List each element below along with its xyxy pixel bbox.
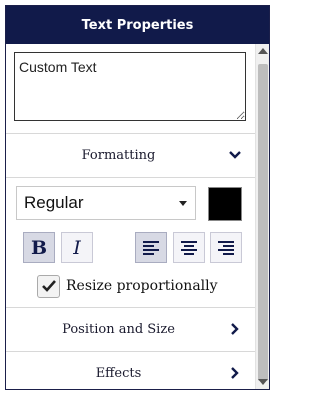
- scroll-up-arrow-icon[interactable]: [258, 48, 268, 54]
- align-right-icon: [218, 240, 234, 255]
- checkmark-icon: [41, 280, 56, 292]
- align-left-icon: [143, 240, 159, 255]
- resize-proportionally-row[interactable]: Resize proportionally: [37, 272, 218, 300]
- formatting-label: Formatting: [81, 148, 156, 163]
- formatting-section-header[interactable]: Formatting: [6, 133, 255, 177]
- panel-header: Text Properties: [6, 6, 269, 44]
- italic-button[interactable]: I: [61, 232, 93, 263]
- align-left-button[interactable]: [135, 232, 167, 263]
- text-input-wrap: [6, 44, 255, 126]
- font-style-select[interactable]: Regular: [16, 186, 196, 220]
- chevron-right-icon: [231, 367, 239, 379]
- align-right-button[interactable]: [210, 232, 242, 263]
- chevron-down-icon: [229, 151, 241, 159]
- formatting-body: Regular B I Resize proportionally: [6, 177, 255, 307]
- resize-label: Resize proportionally: [66, 278, 218, 294]
- align-center-icon: [181, 240, 197, 255]
- italic-label: I: [73, 236, 81, 259]
- resize-checkbox[interactable]: [37, 274, 60, 298]
- text-content-input[interactable]: [14, 52, 246, 121]
- position-size-section-header[interactable]: Position and Size: [6, 307, 255, 351]
- position-size-label: Position and Size: [62, 322, 175, 337]
- effects-section-header[interactable]: Effects: [6, 351, 255, 389]
- font-style-value: Regular: [24, 193, 84, 212]
- scrollbar-thumb[interactable]: [258, 64, 268, 381]
- vertical-scrollbar[interactable]: [255, 44, 269, 389]
- align-center-button[interactable]: [173, 232, 205, 263]
- text-color-swatch[interactable]: [208, 187, 242, 221]
- dropdown-caret-icon: [179, 201, 187, 206]
- bold-label: B: [30, 236, 48, 259]
- bold-button[interactable]: B: [23, 232, 55, 263]
- panel-content: Formatting Regular B I: [6, 44, 255, 389]
- effects-label: Effects: [95, 366, 142, 381]
- scroll-down-arrow-icon[interactable]: [258, 379, 268, 385]
- chevron-right-icon: [231, 323, 239, 335]
- text-properties-panel: Text Properties Formatting Regular B I: [5, 5, 270, 390]
- panel-title: Text Properties: [81, 17, 194, 33]
